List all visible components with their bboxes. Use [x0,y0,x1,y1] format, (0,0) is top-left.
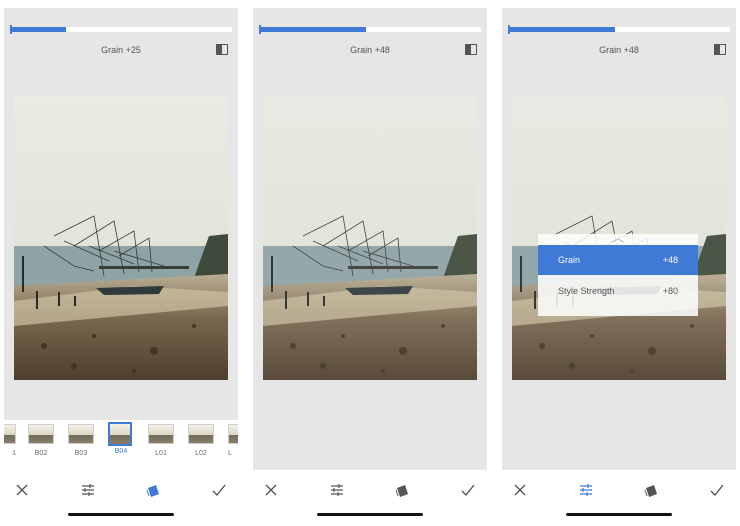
filter-thumb-l01[interactable]: L01 [148,424,176,457]
menu-item-style-strength[interactable]: Style Strength +80 [538,276,698,306]
filter-label: L02 [195,450,207,457]
grain-slider[interactable] [508,25,730,34]
filter-label: B04 [114,448,128,455]
tune-icon[interactable] [329,482,345,498]
close-icon[interactable] [512,482,528,498]
adjustment-label: Grain +48 [350,45,390,55]
filter-thumbnail [68,424,94,444]
grain-slider[interactable] [10,25,232,34]
check-icon[interactable] [460,482,476,498]
filter-thumbnail [188,424,214,444]
tune-icon[interactable] [80,482,96,498]
filter-thumb[interactable]: L [228,424,238,457]
menu-item-label: Grain [558,255,581,265]
parameter-menu: Grain +48 Style Strength +80 [538,234,698,316]
filter-thumb-b02[interactable]: B02 [28,424,56,457]
slider-fill [508,27,615,32]
adjustment-label: Grain +25 [101,45,141,55]
home-indicator [68,513,174,516]
home-indicator [566,513,672,516]
close-icon[interactable] [14,482,30,498]
filter-label: B02 [34,450,48,457]
filter-thumb-b04[interactable]: B04 [108,422,136,455]
filter-thumbnail-selected [108,422,132,446]
styles-icon[interactable] [394,482,410,498]
bottom-toolbar [4,470,238,520]
filter-filmstrip[interactable]: 1 B02 B03 B04 L01 L02 L [4,420,238,470]
filter-label: L01 [155,450,167,457]
photo-preview [263,96,477,380]
chevron-up-icon [611,238,625,243]
adjustment-label: Grain +48 [599,45,639,55]
menu-item-value: +80 [662,286,678,296]
slider-start-tick [10,25,12,34]
filter-label: B03 [74,450,88,457]
filter-thumbnail [28,424,54,444]
close-icon[interactable] [263,482,279,498]
check-icon[interactable] [211,482,227,498]
tune-icon[interactable] [578,482,594,498]
menu-item-label: Style Strength [558,286,615,296]
styles-icon[interactable] [643,482,659,498]
check-icon[interactable] [709,482,725,498]
bottom-toolbar [502,470,736,520]
bottom-toolbar [253,470,487,520]
filter-thumbnail [228,424,238,444]
compare-icon[interactable] [465,44,477,55]
filter-thumbnail [148,424,174,444]
menu-item-grain[interactable]: Grain +48 [538,245,698,275]
editor-panel-grain-48: Grain +48 [253,8,487,520]
compare-icon[interactable] [714,44,726,55]
filter-label: 1 [12,450,16,457]
photo-preview [14,96,228,380]
filter-thumb-b03[interactable]: B03 [68,424,96,457]
slider-fill [10,27,66,32]
editor-panel-grain-25: Grain +25 1 B02 B03 B04 L01 L02 L [4,8,238,520]
editor-panel-parameters-menu: Grain +48 Grain +48 Style Strength +80 [502,8,736,520]
home-indicator [317,513,423,516]
grain-slider[interactable] [259,25,481,34]
slider-start-tick [508,25,510,34]
compare-icon[interactable] [216,44,228,55]
slider-fill [259,27,366,32]
filter-thumb[interactable]: 1 [4,424,18,457]
menu-item-value: +48 [662,255,678,265]
filter-label: L [228,450,232,457]
filter-thumbnail [4,424,16,444]
styles-icon[interactable] [145,482,161,498]
filter-thumb-l02[interactable]: L02 [188,424,216,457]
slider-start-tick [259,25,261,34]
